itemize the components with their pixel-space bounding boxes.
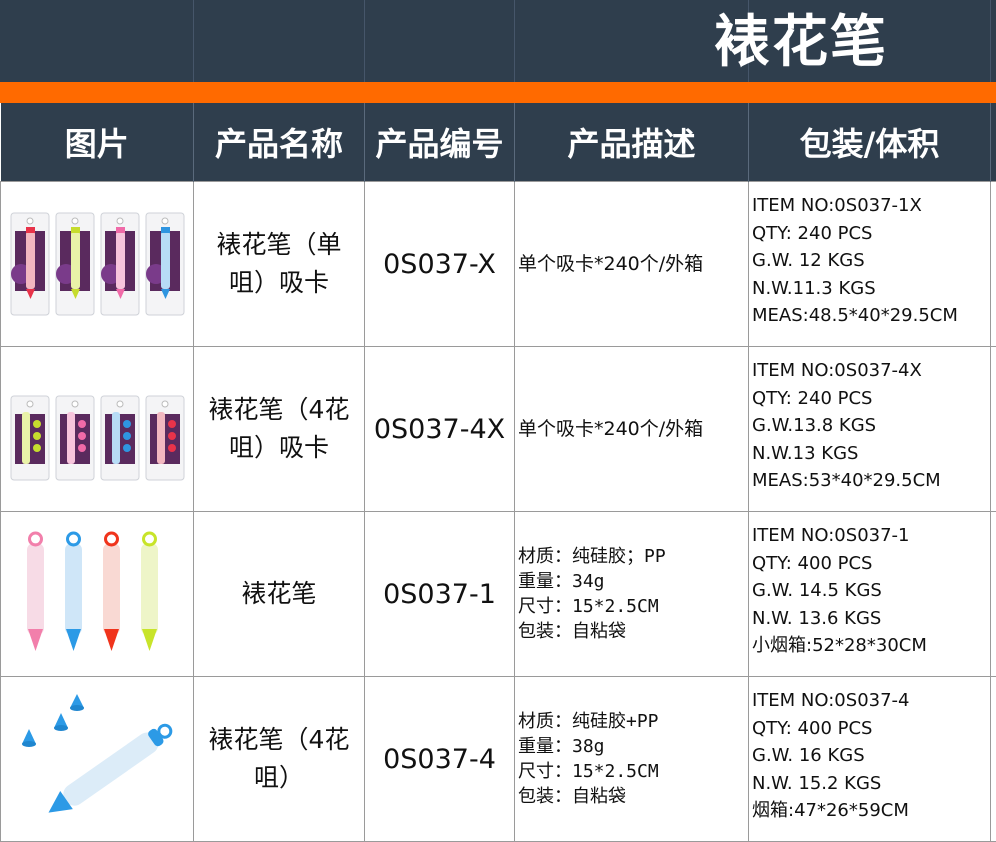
packing-qty: QTY: 240 PCS bbox=[752, 220, 990, 248]
product-image-cell bbox=[1, 677, 194, 842]
table-row: 裱花笔（4花 咀）吸卡 0S037-4X 单个吸卡*240个/外箱 ITEM N… bbox=[1, 347, 996, 512]
header-description: 产品描述 bbox=[515, 103, 749, 182]
edge-cell bbox=[991, 677, 996, 842]
edge-cell bbox=[991, 512, 996, 677]
packing-net-weight: N.W. 13.6 KGS bbox=[752, 605, 990, 633]
packing-item-no: ITEM NO:0S037-1 bbox=[752, 522, 990, 550]
description-material: 材质：纯硅胶；PP bbox=[518, 544, 748, 569]
packing-net-weight: N.W.11.3 KGS bbox=[752, 275, 990, 303]
product-description-cell: 单个吸卡*240个/外箱 bbox=[515, 347, 749, 512]
packing-cell: ITEM NO:0S037-4 QTY: 400 PCS G.W. 16 KGS… bbox=[749, 677, 991, 842]
packing-gross-weight: G.W. 12 KGS bbox=[752, 247, 990, 275]
product-description-cell: 材质：纯硅胶+PP 重量：38g 尺寸：15*2.5CM 包装：自粘袋 bbox=[515, 677, 749, 842]
header-code: 产品编号 bbox=[365, 103, 515, 182]
blister-card-pens-four-tips-icon bbox=[7, 374, 187, 484]
table-row: 裱花笔（4花 咀） 0S037-4 材质：纯硅胶+PP 重量：38g 尺寸：15… bbox=[1, 677, 996, 842]
packing-measurement: MEAS:53*40*29.5CM bbox=[752, 467, 990, 495]
header-packing: 包装/体积 bbox=[749, 103, 991, 182]
description-material: 材质：纯硅胶+PP bbox=[518, 709, 748, 734]
description-line: 单个吸卡*240个/外箱 bbox=[518, 417, 748, 442]
product-image-cell bbox=[1, 512, 194, 677]
packing-measurement: MEAS:48.5*40*29.5CM bbox=[752, 302, 990, 330]
packing-measurement: 小烟箱:52*28*30CM bbox=[752, 632, 990, 660]
table-row: 裱花笔（单 咀）吸卡 0S037-X 单个吸卡*240个/外箱 ITEM NO:… bbox=[1, 182, 996, 347]
packing-net-weight: N.W.13 KGS bbox=[752, 440, 990, 468]
accent-band bbox=[0, 82, 996, 103]
product-description-cell: 材质：纯硅胶；PP 重量：34g 尺寸：15*2.5CM 包装：自粘袋 bbox=[515, 512, 749, 677]
title-bar: 裱花笔 bbox=[0, 0, 996, 82]
product-name-line: 裱花笔（4花 bbox=[202, 721, 356, 759]
product-image-cell bbox=[1, 347, 194, 512]
table-header-row: 图片 产品名称 产品编号 产品描述 包装/体积 bbox=[1, 103, 996, 182]
product-name-line: 裱花笔（4花 bbox=[202, 391, 356, 429]
table-row: 裱花笔 0S037-1 材质：纯硅胶；PP 重量：34g 尺寸：15*2.5CM… bbox=[1, 512, 996, 677]
edge-cell bbox=[991, 347, 996, 512]
product-name-line: 咀）吸卡 bbox=[202, 429, 356, 467]
header-edge bbox=[991, 103, 996, 182]
packing-net-weight: N.W. 15.2 KGS bbox=[752, 770, 990, 798]
product-code: 0S037-X bbox=[365, 182, 515, 347]
packing-cell: ITEM NO:0S037-1X QTY: 240 PCS G.W. 12 KG… bbox=[749, 182, 991, 347]
description-size: 尺寸：15*2.5CM bbox=[518, 759, 748, 784]
description-line: 单个吸卡*240个/外箱 bbox=[518, 252, 748, 277]
packing-qty: QTY: 400 PCS bbox=[752, 715, 990, 743]
edge-cell bbox=[991, 182, 996, 347]
packing-cell: ITEM NO:0S037-4X QTY: 240 PCS G.W.13.8 K… bbox=[749, 347, 991, 512]
product-code: 0S037-4 bbox=[365, 677, 515, 842]
product-description-cell: 单个吸卡*240个/外箱 bbox=[515, 182, 749, 347]
packing-gross-weight: G.W. 16 KGS bbox=[752, 742, 990, 770]
product-name-cell: 裱花笔 bbox=[194, 512, 365, 677]
packing-qty: QTY: 240 PCS bbox=[752, 385, 990, 413]
description-weight: 重量：34g bbox=[518, 569, 748, 594]
product-name-line: 咀）吸卡 bbox=[202, 264, 356, 302]
packing-measurement: 烟箱:47*26*59CM bbox=[752, 797, 990, 825]
packing-qty: QTY: 400 PCS bbox=[752, 550, 990, 578]
product-image-cell bbox=[1, 182, 194, 347]
description-packaging: 包装：自粘袋 bbox=[518, 784, 748, 809]
packing-item-no: ITEM NO:0S037-4 bbox=[752, 687, 990, 715]
product-name-cell: 裱花笔（4花 咀）吸卡 bbox=[194, 347, 365, 512]
description-weight: 重量：38g bbox=[518, 734, 748, 759]
product-code: 0S037-1 bbox=[365, 512, 515, 677]
product-name-cell: 裱花笔（单 咀）吸卡 bbox=[194, 182, 365, 347]
description-size: 尺寸：15*2.5CM bbox=[518, 594, 748, 619]
packing-gross-weight: G.W. 14.5 KGS bbox=[752, 577, 990, 605]
packing-item-no: ITEM NO:0S037-1X bbox=[752, 192, 990, 220]
header-name: 产品名称 bbox=[194, 103, 365, 182]
blister-card-pens-single-tip-icon bbox=[7, 209, 187, 319]
product-name-line: 裱花笔 bbox=[202, 575, 356, 613]
header-image: 图片 bbox=[1, 103, 194, 182]
product-name-cell: 裱花笔（4花 咀） bbox=[194, 677, 365, 842]
pen-with-three-tips-icon bbox=[12, 694, 182, 824]
product-name-line: 裱花笔（单 bbox=[202, 226, 356, 264]
packing-gross-weight: G.W.13.8 KGS bbox=[752, 412, 990, 440]
description-packaging: 包装：自粘袋 bbox=[518, 619, 748, 644]
product-name-line: 咀） bbox=[202, 759, 356, 797]
product-table: 图片 产品名称 产品编号 产品描述 包装/体积 bbox=[0, 103, 996, 842]
four-silicone-pens-icon bbox=[12, 529, 182, 659]
packing-item-no: ITEM NO:0S037-4X bbox=[752, 357, 990, 385]
packing-cell: ITEM NO:0S037-1 QTY: 400 PCS G.W. 14.5 K… bbox=[749, 512, 991, 677]
page-title: 裱花笔 bbox=[714, 8, 888, 78]
product-code: 0S037-4X bbox=[365, 347, 515, 512]
